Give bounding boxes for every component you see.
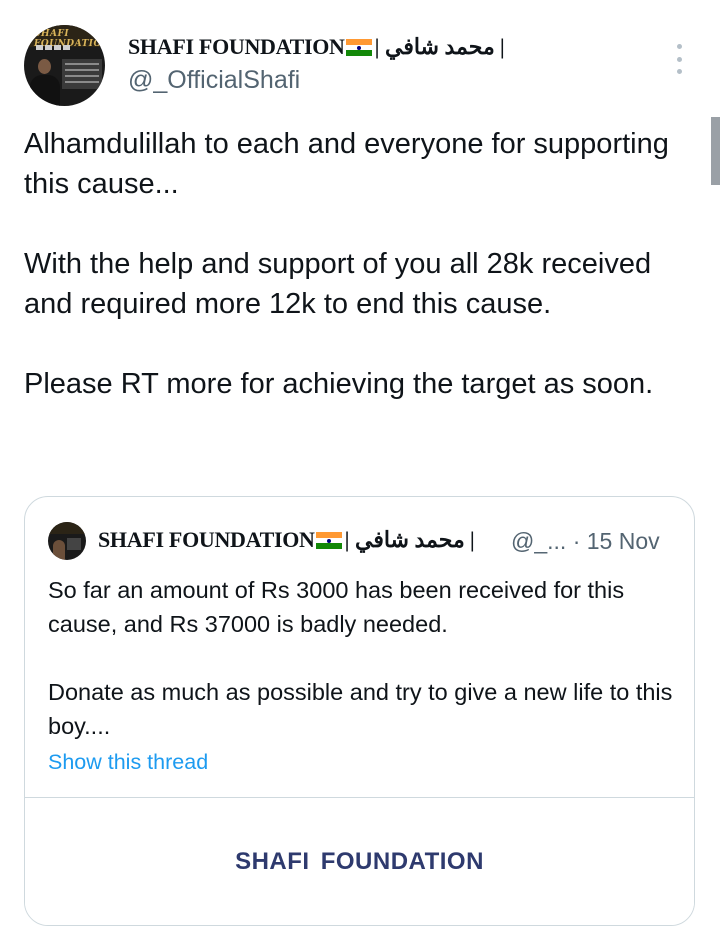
more-vertical-icon[interactable] [670, 44, 688, 74]
india-flag-icon [345, 39, 372, 57]
quoted-author-name-arabic: | محمد شافي | [344, 527, 475, 552]
tweet-paragraph: With the help and support of you all 28k… [24, 248, 652, 320]
tweet-text: Alhamdulillah to each and everyone for s… [24, 124, 674, 444]
quoted-tweet-text: So far an amount of Rs 3000 has been rec… [48, 573, 678, 777]
quoted-author-name: SHAFI FOUNDATION | محمد شافي | [98, 527, 475, 553]
author-name[interactable]: SHAFI FOUNDATION | محمد شافي | [128, 34, 505, 60]
media-title: SHAFI FOUNDATION [235, 848, 484, 875]
author-avatar[interactable]: SHAFI FOUNDATION [24, 25, 105, 106]
avatar-person-body [30, 75, 60, 106]
quoted-handle-date: @_... · 15 Nov [511, 528, 660, 554]
avatar-text-panel [62, 59, 102, 89]
author-name-text: SHAFI FOUNDATION [128, 34, 345, 59]
quoted-media[interactable]: SHAFI FOUNDATION [25, 797, 694, 925]
tweet-paragraph: Alhamdulillah to each and everyone for s… [24, 128, 669, 200]
author-handle[interactable]: @_OfficialShafi [128, 66, 300, 95]
author-name-arabic: | محمد شافي | [374, 34, 505, 59]
quoted-paragraph: Donate as much as possible and try to gi… [48, 679, 673, 739]
scrollbar-thumb[interactable] [711, 117, 720, 185]
quoted-paragraph: So far an amount of Rs 3000 has been rec… [48, 577, 625, 637]
quoted-author-avatar[interactable] [48, 522, 86, 560]
india-flag-icon [315, 532, 342, 550]
avatar-person-head [38, 59, 51, 74]
tweet-paragraph: Please RT more for achieving the target … [24, 368, 654, 400]
quoted-author-name-text: SHAFI FOUNDATION [98, 527, 315, 552]
quoted-tweet[interactable]: SHAFI FOUNDATION | محمد شافي | @_... · 15… [24, 496, 695, 926]
avatar-thumbnails [36, 45, 70, 50]
show-thread-link[interactable]: Show this thread [48, 750, 208, 775]
